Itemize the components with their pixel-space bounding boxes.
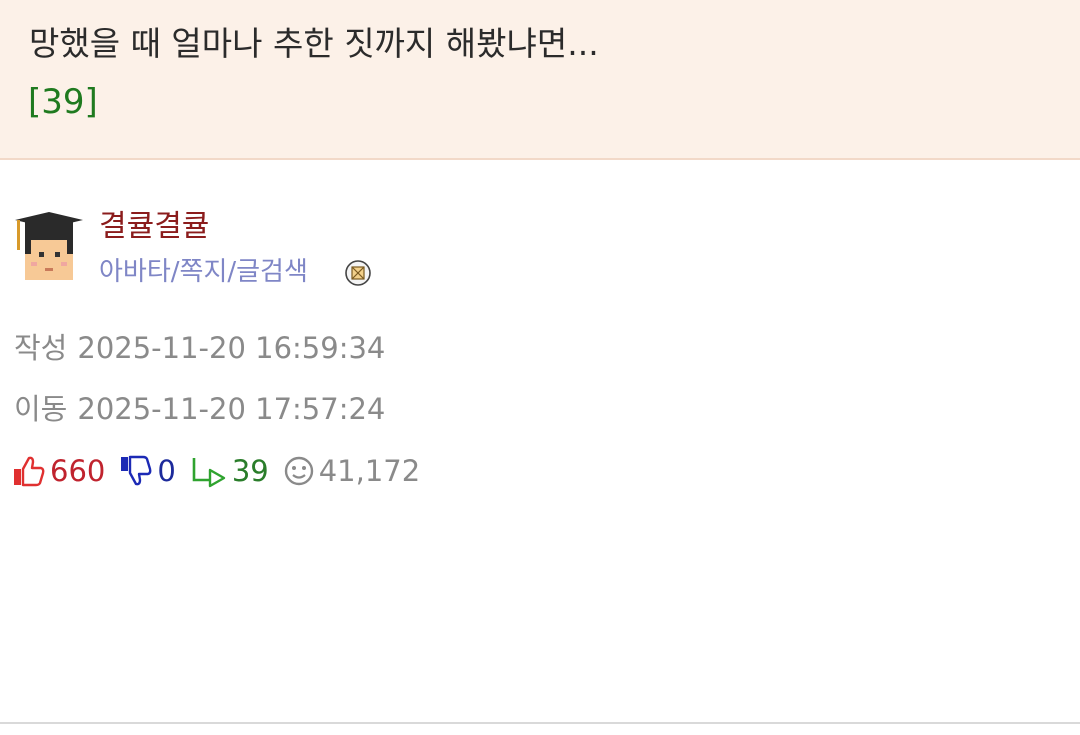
post-title: 망했을 때 얼마나 추한 짓까지 해봤냐면... — [29, 24, 599, 63]
upvote-stat[interactable]: 660 — [12, 454, 105, 488]
downvote-stat[interactable]: 0 — [119, 454, 176, 488]
section-divider — [0, 722, 1080, 724]
author-nickname[interactable]: 결큘결큘 — [99, 206, 209, 248]
reply-count: 39 — [231, 454, 269, 488]
link-separator: / — [227, 257, 237, 287]
memo-icon[interactable] — [345, 260, 371, 286]
views-stat: 41,172 — [283, 454, 420, 488]
comment-count-link[interactable]: [39] — [28, 80, 98, 124]
author-links: 아바타/쪽지/글검색 — [99, 253, 308, 291]
created-time-line: 작성 2025-11-20 16:59:34 — [14, 328, 385, 368]
smiley-views-icon — [284, 456, 313, 486]
upvote-count: 660 — [50, 454, 106, 488]
moved-value: 2025-11-20 17:57:24 — [77, 392, 386, 426]
thumbs-up-icon — [14, 456, 45, 487]
reply-stat[interactable]: 39 — [190, 454, 269, 488]
post-search-link[interactable]: 글검색 — [236, 257, 308, 287]
moved-time-line: 이동 2025-11-20 17:57:24 — [14, 389, 385, 429]
created-value: 2025-11-20 16:59:34 — [77, 331, 386, 365]
link-separator: / — [170, 257, 180, 287]
reply-arrow-icon — [192, 458, 226, 488]
created-label: 작성 — [14, 331, 68, 365]
thumbs-down-icon — [121, 455, 152, 486]
avatar-link[interactable]: 아바타 — [99, 257, 171, 287]
post-title-box: 망했을 때 얼마나 추한 짓까지 해봤냐면... [39] — [0, 0, 1080, 160]
post-stats: 660 0 39 41,172 — [12, 450, 434, 492]
view-count: 41,172 — [318, 454, 421, 488]
message-link[interactable]: 쪽지 — [180, 257, 228, 287]
downvote-count: 0 — [157, 454, 176, 488]
moved-label: 이동 — [14, 392, 68, 426]
graduate-avatar-icon[interactable] — [13, 210, 85, 284]
